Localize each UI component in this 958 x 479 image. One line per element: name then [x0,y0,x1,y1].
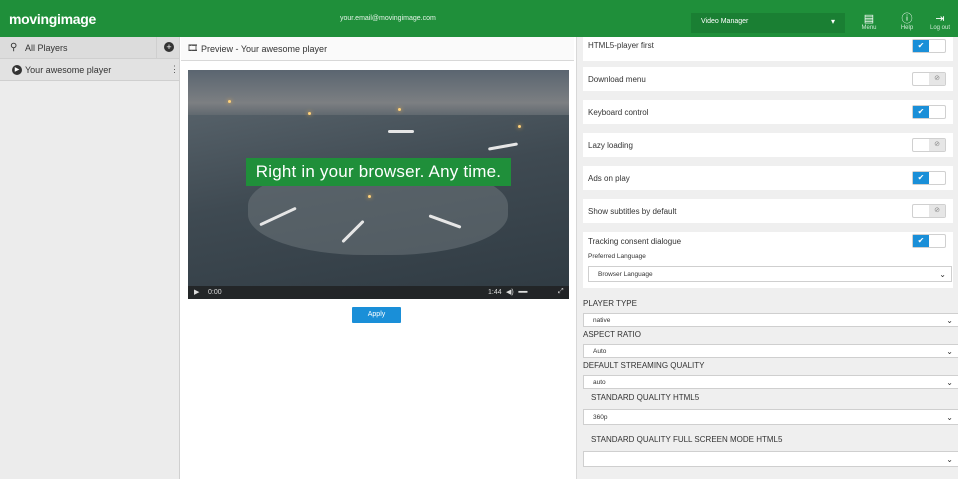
player-type-select[interactable]: native ⌄ [583,313,958,327]
aspect-ratio-value: Auto [593,348,607,355]
sidebar-item-player[interactable]: ▶ Your awesome player ⋮ [0,59,179,81]
help-button[interactable]: ⓘ Help [889,13,925,35]
logout-icon: ⇥ [935,13,945,25]
setting-label: Ads on play [588,174,630,183]
volume-level-bar[interactable]: ▪▪▪▪▪▪ [518,289,528,296]
menu-button[interactable]: ▤ Menu [851,13,887,35]
light [398,108,401,111]
apply-button[interactable]: Apply [352,307,401,323]
preview-panel: 🎞 Preview - Your awesome player Right in… [181,37,574,479]
subtitles-default-toggle[interactable]: ⊘ [912,204,946,218]
aspect-ratio-label: ASPECT RATIO [583,330,641,339]
disabled-icon: ⊘ [929,73,945,85]
filter-icon: ⚲ [10,42,18,53]
logout-button-label: Log out [929,25,951,31]
current-time: 0:00 [208,289,222,296]
check-icon: ✔ [913,40,929,52]
video-controls: ▶ 0:00 1:44 ◀) ▪▪▪▪▪▪ ⤢ [188,286,569,299]
light [228,100,231,103]
setting-row-subtitles-default: Show subtitles by default ⊘ [583,199,953,223]
sidebar: ⚲ All Players + ▶ Your awesome player ⋮ [0,37,180,479]
chevron-down-icon: ⌄ [946,455,953,464]
html5-first-toggle[interactable]: ✔ [912,39,946,53]
lazy-loading-toggle[interactable]: ⊘ [912,138,946,152]
default-quality-value: auto [593,379,606,386]
preferred-language-select[interactable]: Browser Language ⌄ [588,266,952,282]
video-manager-select-value: Video Manager [701,18,749,25]
settings-panel: HTML5-player first ✔ Download menu ⊘ Key… [576,37,958,479]
video-banner-text: Right in your browser. Any time. [246,158,511,186]
default-quality-label: DEFAULT STREAMING QUALITY [583,361,705,370]
setting-label: Download menu [588,75,646,84]
aspect-ratio-select[interactable]: Auto ⌄ [583,344,958,358]
light [518,125,521,128]
total-time: 1:44 [488,289,502,296]
preview-header: 🎞 Preview - Your awesome player [181,37,574,61]
setting-label: Keyboard control [588,108,649,117]
fullscreen-quality-select[interactable]: ⌄ [583,451,958,467]
check-icon: ✔ [913,172,929,184]
sidebar-item-label: Your awesome player [25,65,112,75]
fullscreen-quality-label: STANDARD QUALITY FULL SCREEN MODE HTML5 [591,435,783,444]
preferred-language-label: Preferred Language [588,253,646,260]
disabled-icon: ⊘ [929,139,945,151]
tracking-consent-toggle[interactable]: ✔ [912,234,946,248]
ads-on-play-toggle[interactable]: ✔ [912,171,946,185]
video-manager-select[interactable]: Video Manager ▾ [691,13,845,33]
preferred-language-value: Browser Language [598,271,653,278]
help-button-label: Help [900,25,914,31]
chevron-down-icon: ⌄ [939,270,946,279]
help-icon: ⓘ [901,13,913,25]
player-type-label: PLAYER TYPE [583,299,637,308]
setting-row-html5-first: HTML5-player first ✔ [583,37,953,61]
menu-icon: ▤ [863,13,875,25]
logo[interactable]: movingimage [9,11,96,27]
setting-label: Tracking consent dialogue [588,237,682,246]
all-players-header[interactable]: ⚲ All Players + [0,37,179,59]
all-players-label: All Players [25,43,68,53]
top-bar: movingimage your.email@movingimage.com V… [0,0,958,37]
preview-title: Preview - Your awesome player [201,44,328,54]
more-options-icon[interactable]: ⋮ [170,64,179,75]
setting-row-download-menu: Download menu ⊘ [583,67,953,91]
chevron-down-icon: ⌄ [946,413,953,422]
check-icon: ✔ [913,235,929,247]
setting-label: HTML5-player first [588,41,654,50]
default-quality-select[interactable]: auto ⌄ [583,375,958,389]
volume-icon[interactable]: ◀) [506,288,514,296]
setting-label: Show subtitles by default [588,207,677,216]
film-icon: 🎞 [187,43,199,53]
menu-button-label: Menu [861,25,877,31]
play-circle-icon: ▶ [12,65,22,75]
setting-row-ads-on-play: Ads on play ✔ [583,166,953,190]
chevron-down-icon: ⌄ [946,378,953,387]
setting-row-lazy-loading: Lazy loading ⊘ [583,133,953,157]
setting-row-keyboard-control: Keyboard control ✔ [583,100,953,124]
player-type-value: native [593,317,611,324]
logout-button[interactable]: ⇥ Log out [922,13,958,35]
standard-quality-select[interactable]: 360p ⌄ [583,409,958,425]
check-icon: ✔ [913,106,929,118]
airplane [388,130,414,133]
fullscreen-icon[interactable]: ⤢ [558,288,564,296]
user-email: your.email@movingimage.com [340,15,436,22]
divider [156,37,157,59]
setting-label: Lazy loading [588,141,633,150]
standard-quality-value: 360p [593,414,608,421]
setting-row-tracking-consent: Tracking consent dialogue ✔ Preferred La… [583,232,953,288]
add-player-icon[interactable]: + [164,42,174,52]
play-icon[interactable]: ▶ [194,288,199,296]
keyboard-control-toggle[interactable]: ✔ [912,105,946,119]
chevron-down-icon: ⌄ [946,316,953,325]
light [368,195,371,198]
chevron-down-icon: ⌄ [946,347,953,356]
caret-down-icon: ▾ [830,17,835,26]
download-menu-toggle[interactable]: ⊘ [912,72,946,86]
standard-quality-label: STANDARD QUALITY HTML5 [591,393,700,402]
video-player[interactable]: Right in your browser. Any time. ▶ 0:00 … [188,70,569,299]
disabled-icon: ⊘ [929,205,945,217]
light [308,112,311,115]
